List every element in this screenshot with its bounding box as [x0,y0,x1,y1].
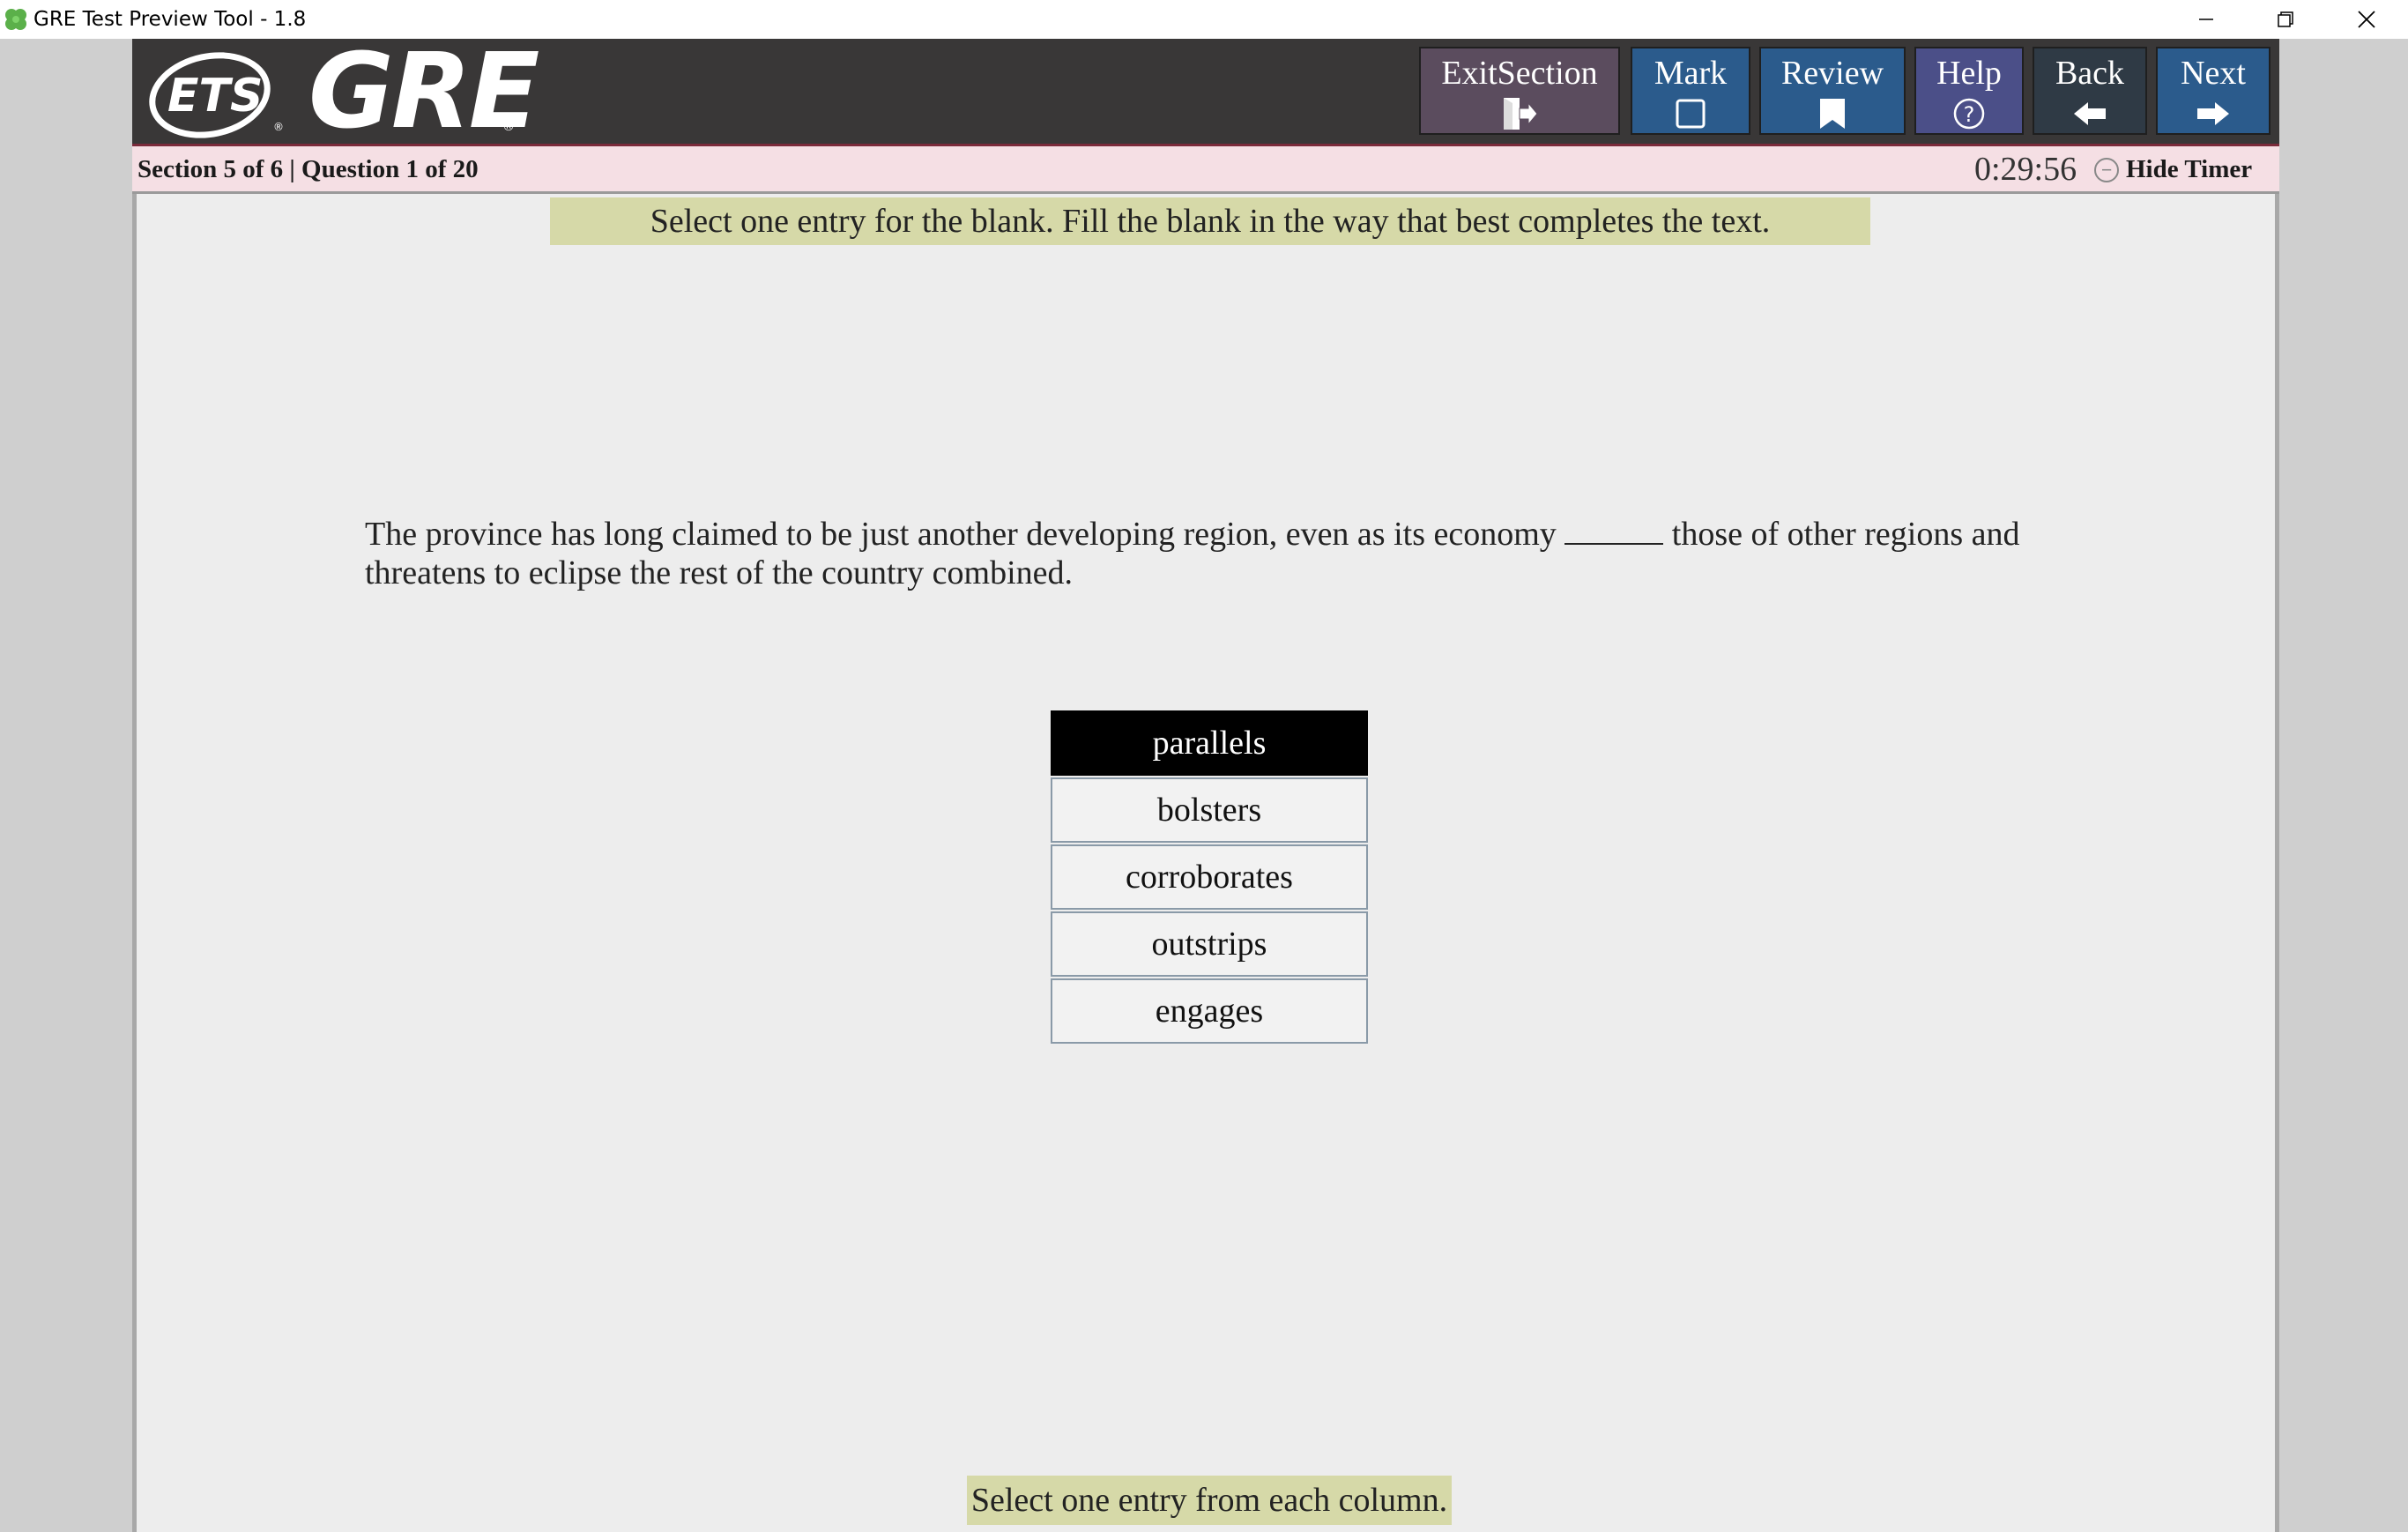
mark-button[interactable]: Mark [1631,47,1750,135]
checkbox-icon [1675,96,1706,131]
exit-section-label: ExitSection [1441,55,1598,92]
answer-choice[interactable]: outstrips [1051,911,1368,977]
exit-section-button[interactable]: ExitSection [1419,47,1620,135]
hide-timer-label: Hide Timer [2126,155,2253,183]
svg-text:®: ® [273,121,284,133]
question-circle-icon: ? [1952,96,1986,131]
ets-logo: ETS ® [145,44,286,145]
answer-choice[interactable]: parallels [1051,710,1368,776]
answer-choice[interactable]: bolsters [1051,777,1368,843]
instruction-banner: Select one entry for the blank. Fill the… [550,197,1870,245]
back-button[interactable]: Back [2033,47,2147,135]
hide-timer-button[interactable]: − Hide Timer [2094,155,2252,184]
close-button[interactable] [2327,0,2406,39]
help-button[interactable]: Help ? [1914,47,2024,135]
next-button[interactable]: Next [2156,47,2271,135]
window-title: GRE Test Preview Tool - 1.8 [33,8,307,31]
answer-blank [1564,518,1664,545]
review-button[interactable]: Review [1759,47,1906,135]
restore-button[interactable] [2246,0,2325,39]
question-text: The province has long claimed to be just… [365,515,2057,592]
gre-registered-mark: ® [502,120,515,134]
column-instruction: Select one entry from each column. [967,1476,1452,1525]
question-panel: Select one entry for the blank. Fill the… [132,194,2279,1532]
arrow-left-icon [2072,96,2107,131]
answer-choice[interactable]: corroborates [1051,844,1368,910]
svg-text:?: ? [1964,102,1975,127]
bookmark-icon [1818,96,1847,131]
answer-choice[interactable]: engages [1051,978,1368,1044]
exit-door-icon [1500,96,1539,131]
clover-icon [2,5,30,33]
next-label: Next [2181,55,2246,92]
minus-circle-icon: − [2094,157,2119,182]
arrow-right-icon [2196,96,2231,131]
question-text-before: The province has long claimed to be just… [365,516,1557,553]
status-bar: Section 5 of 6 | Question 1 of 20 0:29:5… [132,146,2279,194]
timer: 0:29:56 [1974,151,2077,188]
help-label: Help [1936,55,2002,92]
mark-label: Mark [1654,55,1728,92]
test-header: ETS ® GRE ® ExitSection Mark Review Help [132,39,2279,146]
section-question-indicator: Section 5 of 6 | Question 1 of 20 [137,155,479,183]
back-label: Back [2055,55,2125,92]
review-label: Review [1780,55,1884,92]
minimize-button[interactable] [2166,0,2246,39]
answer-choices: parallels bolsters corroborates outstrip… [1051,710,1368,1045]
svg-text:ETS: ETS [167,70,263,123]
